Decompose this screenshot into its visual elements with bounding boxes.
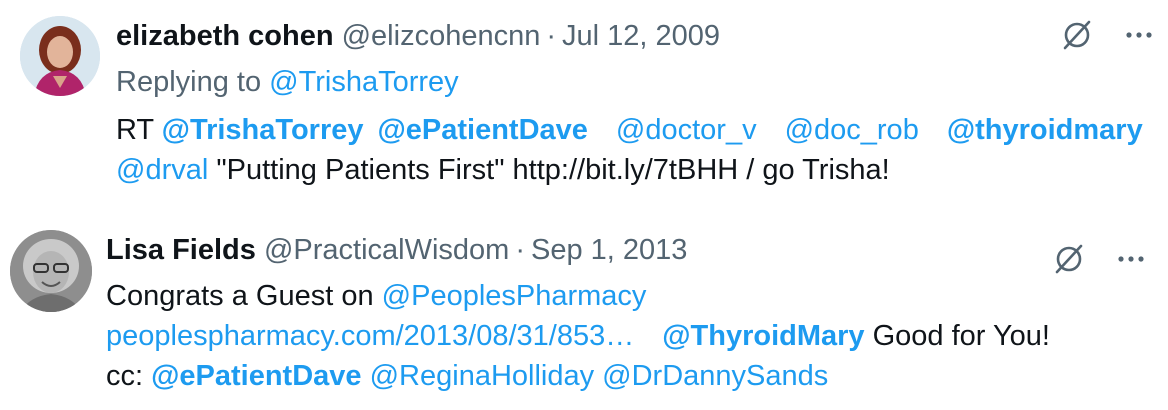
tweet-line: Congrats a Guest on @PeoplesPharmacy — [106, 276, 1050, 316]
tweet-line: peoplespharmacy.com/2013/08/31/853… @Thyr… — [106, 316, 1050, 356]
replying-prefix: Replying to — [116, 66, 270, 98]
replying-to: Replying to @TrishaTorrey — [116, 64, 459, 100]
mention-link[interactable]: @PeoplesPharmacy — [382, 280, 647, 312]
mention-link[interactable]: @doctor_v — [616, 114, 757, 146]
mention-link[interactable]: @DrDannySands — [602, 360, 828, 392]
tweet-actions — [1060, 18, 1156, 52]
tweet-text: RT @TrishaTorrey @ePatientDave @doctor_v @d… — [116, 110, 1143, 190]
display-name[interactable]: Lisa Fields — [106, 234, 256, 266]
mention-link[interactable]: @thyroidmary — [947, 114, 1143, 146]
display-name[interactable]: elizabeth cohen — [116, 20, 334, 52]
avatar[interactable] — [20, 16, 100, 96]
tweet-line-text: Good for You! — [864, 320, 1050, 352]
separator-dot: · — [515, 234, 525, 266]
tweet-text: Congrats a Guest on @PeoplesPharmacy peo… — [106, 276, 1050, 396]
tweet-line-text: "Putting Patients First" http://bit.ly/7… — [208, 154, 890, 186]
tweet-elizabeth-cohen[interactable]: elizabeth cohen @elizcohencnn · Jul 12, 20… — [0, 0, 1168, 210]
mention-link[interactable]: @ThyroidMary — [662, 320, 864, 352]
url-link[interactable]: peoplespharmacy.com/2013/08/31/853… — [106, 320, 634, 352]
tweet-date[interactable]: Sep 1, 2013 — [531, 234, 687, 266]
tweet-header: Lisa Fields @PracticalWisdom · Sep 1, 2013 — [106, 232, 687, 268]
tweet-line-text: Congrats a Guest on — [106, 280, 382, 312]
mention-link[interactable]: @TrishaTorrey — [269, 66, 459, 98]
user-handle[interactable]: @PracticalWisdom — [264, 234, 509, 266]
mention-link[interactable]: @drval — [116, 154, 208, 186]
tweet-line: RT @TrishaTorrey @ePatientDave @doctor_v @d… — [116, 110, 1143, 150]
rt-prefix: RT — [116, 114, 162, 146]
avatar[interactable] — [10, 230, 92, 312]
mention-link[interactable]: @ReginaHolliday — [370, 360, 595, 392]
mention-link[interactable]: @TrishaTorrey — [162, 114, 364, 146]
more-icon[interactable] — [1122, 18, 1156, 52]
mention-link[interactable]: @doc_rob — [785, 114, 919, 146]
tweet-date[interactable]: Jul 12, 2009 — [562, 20, 720, 52]
cc-prefix: cc: — [106, 360, 152, 392]
tweet-header: elizabeth cohen @elizcohencnn · Jul 12, 20… — [116, 18, 720, 54]
tweet-line: cc: @ePatientDave @ReginaHolliday @DrDan… — [106, 356, 1050, 396]
more-icon[interactable] — [1114, 242, 1148, 276]
tweet-line: @drval "Putting Patients First" http://b… — [116, 150, 1143, 190]
user-handle[interactable]: @elizcohencnn — [342, 20, 541, 52]
mention-link[interactable]: @ePatientDave — [377, 114, 587, 146]
tweet-lisa-fields[interactable]: Lisa Fields @PracticalWisdom · Sep 1, 2013… — [0, 210, 1168, 410]
mention-link[interactable]: @ePatientDave — [151, 360, 361, 392]
separator-dot: · — [546, 20, 557, 52]
grok-icon[interactable] — [1052, 242, 1086, 276]
grok-icon[interactable] — [1060, 18, 1094, 52]
tweet-actions — [1052, 242, 1148, 276]
